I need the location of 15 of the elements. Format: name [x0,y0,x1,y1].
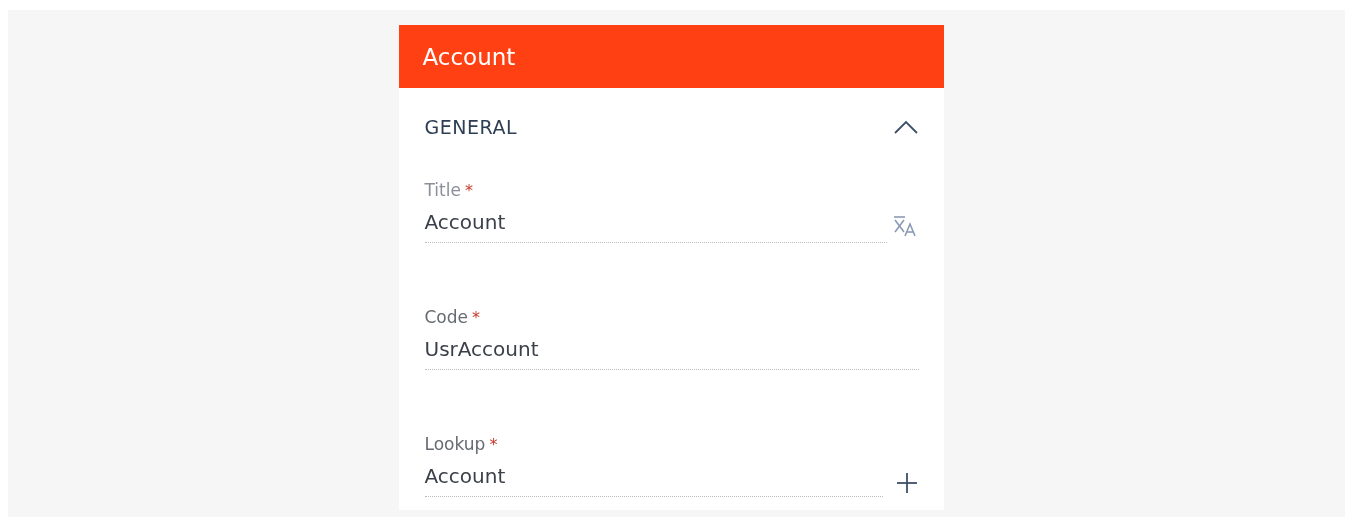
plus-icon[interactable] [894,471,919,495]
translate-icon[interactable] [892,215,919,237]
chevron-icon[interactable] [893,120,918,134]
input-field[interactable]: Account [424,200,887,243]
panel-title: Account [422,43,516,70]
section-header[interactable]: GENERAL [398,88,944,166]
required-mark: * [489,435,498,454]
field-label: Lookup [424,434,486,454]
field-label: Code [424,307,469,327]
input-field[interactable]: Account [424,454,883,497]
required-mark: * [464,181,473,200]
field-label: Title [424,180,461,200]
required-mark: * [472,308,481,327]
input-field[interactable]: UsrAccount [424,327,919,370]
section-title: GENERAL [424,116,517,138]
